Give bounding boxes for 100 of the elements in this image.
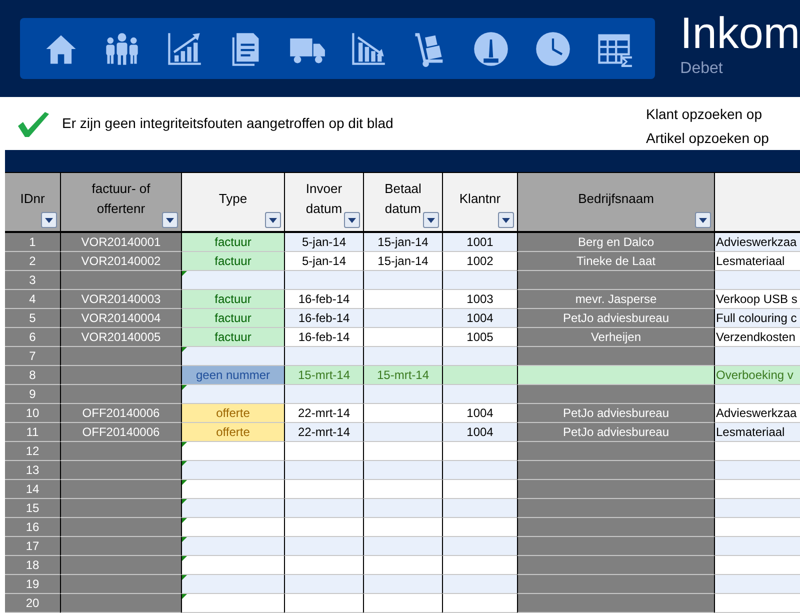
table-cell: OFF20140006 — [60, 423, 181, 442]
filter-button[interactable] — [344, 212, 360, 228]
table-cell: Verkoop USB s — [714, 290, 800, 309]
table-cell: geen nummer — [181, 366, 284, 385]
table-cell: 22-mrt-14 — [284, 404, 363, 423]
status-message: Er zijn geen integriteitsfouten aangetroffen op dit blad — [62, 114, 394, 133]
row-number: 9 — [5, 385, 60, 404]
error-indicator-icon — [182, 385, 187, 390]
table-cell: factuur — [181, 328, 284, 347]
page-subtitle: Debet — [680, 59, 724, 79]
error-indicator-icon — [182, 575, 187, 580]
column-header: factuur- of offertenr — [60, 173, 181, 233]
table-cell: 1004 — [442, 309, 517, 328]
table-cell: factuur — [181, 290, 284, 309]
table-cell: Advieswerkzaa — [714, 404, 800, 423]
row-number: 20 — [5, 594, 60, 613]
table-cell: Full colouring c — [714, 309, 800, 328]
table-cell: 5-jan-14 — [284, 252, 363, 271]
table-cell: Lesmateriaal — [714, 423, 800, 442]
column-header: Betaal datum — [363, 173, 442, 233]
lookup-link[interactable]: Artikel opzoeken op — [646, 128, 769, 148]
table-cell: PetJo adviesbureau — [517, 404, 714, 423]
row-number: 3 — [5, 271, 60, 290]
filter-button[interactable] — [162, 212, 178, 228]
caret-icon — [502, 218, 510, 222]
page-title: Inkom — [680, 10, 800, 58]
table-cell: VOR20140002 — [60, 252, 181, 271]
filter-button[interactable] — [695, 212, 711, 228]
table-cell: Lesmateriaal — [714, 252, 800, 271]
row-number: 14 — [5, 480, 60, 499]
table-cell: 1004 — [442, 404, 517, 423]
table-cell: Verheijen — [517, 328, 714, 347]
caret-icon — [166, 218, 174, 222]
row-number: 16 — [5, 518, 60, 537]
filter-button[interactable] — [423, 212, 439, 228]
table-cell: factuur — [181, 309, 284, 328]
table-cell: 1005 — [442, 328, 517, 347]
table-cell: offerte — [181, 423, 284, 442]
table-cell: 16-feb-14 — [284, 290, 363, 309]
row-number: 11 — [5, 423, 60, 442]
row-number: 1 — [5, 233, 60, 252]
error-indicator-icon — [182, 271, 187, 276]
filter-button[interactable] — [265, 212, 281, 228]
table-cell: VOR20140005 — [60, 328, 181, 347]
table-cell: 1002 — [442, 252, 517, 271]
row-number: 6 — [5, 328, 60, 347]
table-cell: 5-jan-14 — [284, 233, 363, 252]
row-number: 2 — [5, 252, 60, 271]
caret-icon — [269, 218, 277, 222]
error-indicator-icon — [182, 518, 187, 523]
row-number: 4 — [5, 290, 60, 309]
table-cell: VOR20140003 — [60, 290, 181, 309]
error-indicator-icon — [182, 594, 187, 599]
column-header: Bedrijfsnaam — [517, 173, 714, 233]
column-header: IDnr — [5, 173, 60, 233]
error-indicator-icon — [182, 556, 187, 561]
table-cell: mevr. Jasperse — [517, 290, 714, 309]
filter-button[interactable] — [498, 212, 514, 228]
lookup-link[interactable]: Klant opzoeken op — [646, 104, 769, 124]
table-cell: 15-mrt-14 — [284, 366, 363, 385]
column-header: Invoer datum — [284, 173, 363, 233]
table-cell: 22-mrt-14 — [284, 423, 363, 442]
table-cell: OFF20140006 — [60, 404, 181, 423]
error-indicator-icon — [182, 499, 187, 504]
row-number: 18 — [5, 556, 60, 575]
caret-icon — [45, 218, 53, 222]
column-header: Type — [181, 173, 284, 233]
caret-icon — [699, 218, 707, 222]
table-cell: 15-jan-14 — [363, 252, 442, 271]
table-cell: 16-feb-14 — [284, 309, 363, 328]
error-indicator-icon — [182, 461, 187, 466]
table-cell: 15-mrt-14 — [363, 366, 442, 385]
table-cell: PetJo adviesbureau — [517, 423, 714, 442]
table-cell: PetJo adviesbureau — [517, 309, 714, 328]
table-cell: factuur — [181, 233, 284, 252]
table-cell: Tineke de Laat — [517, 252, 714, 271]
table-cell: 16-feb-14 — [284, 328, 363, 347]
row-number: 15 — [5, 499, 60, 518]
row-number: 12 — [5, 442, 60, 461]
filter-button[interactable] — [41, 212, 57, 228]
row-number: 13 — [5, 461, 60, 480]
row-number: 8 — [5, 366, 60, 385]
table-cell: 1004 — [442, 423, 517, 442]
caret-icon — [427, 218, 435, 222]
table-cell: VOR20140001 — [60, 233, 181, 252]
table-cell: VOR20140004 — [60, 309, 181, 328]
table-cell: 15-jan-14 — [363, 233, 442, 252]
caret-icon — [348, 218, 356, 222]
row-number: 5 — [5, 309, 60, 328]
table-cell: 1003 — [442, 290, 517, 309]
row-number: 10 — [5, 404, 60, 423]
table-cell: offerte — [181, 404, 284, 423]
table-cell: 1001 — [442, 233, 517, 252]
table-cell: Verzendkosten — [714, 328, 800, 347]
error-indicator-icon — [182, 480, 187, 485]
table-cell: Advieswerkzaa — [714, 233, 800, 252]
error-indicator-icon — [182, 347, 187, 352]
row-number: 19 — [5, 575, 60, 594]
table-cell: Overboeking v — [714, 366, 800, 385]
error-indicator-icon — [182, 537, 187, 542]
